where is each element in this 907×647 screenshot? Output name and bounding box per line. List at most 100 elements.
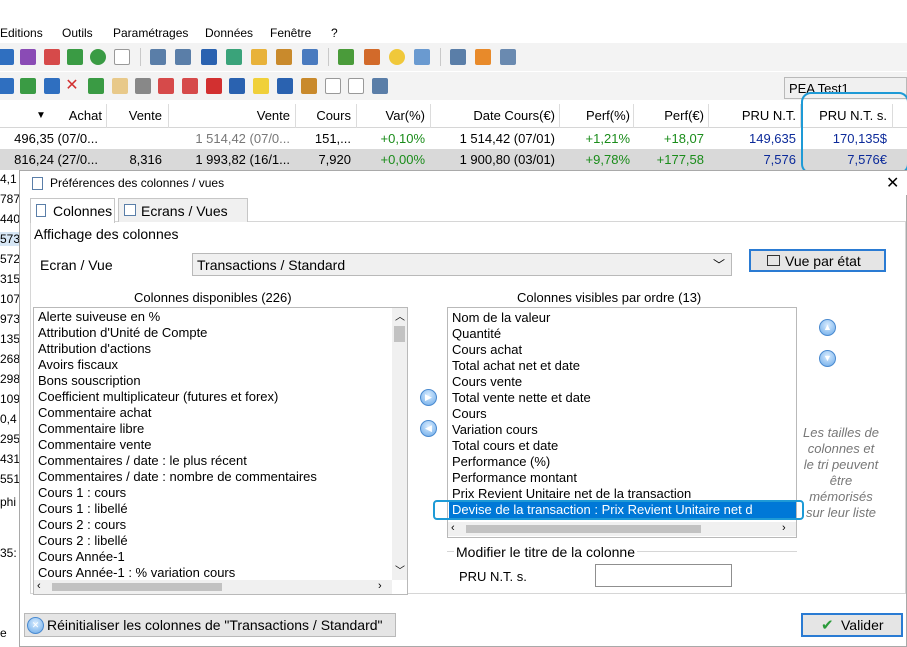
tools-icon[interactable] bbox=[276, 49, 292, 65]
device-icon[interactable] bbox=[500, 49, 516, 65]
list-item[interactable]: Commentaires / date : nombre de commenta… bbox=[38, 469, 317, 484]
report-icon[interactable] bbox=[44, 49, 60, 65]
col-header-pru[interactable]: PRU N.T. bbox=[712, 108, 796, 123]
paste-icon[interactable] bbox=[348, 78, 364, 94]
user-icon[interactable] bbox=[364, 49, 380, 65]
flag-icon[interactable] bbox=[338, 49, 354, 65]
copy-icon[interactable] bbox=[325, 78, 341, 94]
print-preview-icon[interactable] bbox=[175, 49, 191, 65]
list-item[interactable]: Prix Revient Unitaire net de la transact… bbox=[452, 486, 691, 501]
rss-icon[interactable] bbox=[475, 49, 491, 65]
print-icon[interactable] bbox=[150, 49, 166, 65]
tab-colonnes[interactable]: Colonnes bbox=[30, 198, 115, 223]
menu-outils[interactable]: Outils bbox=[62, 26, 93, 40]
list-item[interactable]: Cours bbox=[452, 406, 487, 421]
ecran-select[interactable]: Transactions / Standard ﹀ bbox=[192, 253, 732, 276]
list-item[interactable]: Cours Année-1 : % variation cours bbox=[38, 565, 235, 580]
list-item[interactable]: Alerte suiveuse en % bbox=[38, 309, 160, 324]
note-icon[interactable] bbox=[182, 78, 198, 94]
list-icon[interactable] bbox=[450, 49, 466, 65]
col-header-perf-pct[interactable]: Perf(%) bbox=[562, 108, 630, 123]
col-header-vente[interactable]: Vente bbox=[110, 108, 162, 123]
list-item[interactable]: Commentaires / date : le plus récent bbox=[38, 453, 247, 468]
list-item[interactable]: Total vente nette et date bbox=[452, 390, 591, 405]
mail-icon[interactable] bbox=[414, 49, 430, 65]
table-row[interactable]: 496,35 (07/0... 1 514,42 (07/0... 151,..… bbox=[0, 128, 907, 149]
scroll-right-icon[interactable]: › bbox=[782, 522, 786, 534]
list-item[interactable]: Performance (%) bbox=[452, 454, 550, 469]
valider-button[interactable]: ✔ Valider bbox=[801, 613, 903, 637]
scale-icon[interactable] bbox=[302, 49, 318, 65]
list-item[interactable]: Commentaire achat bbox=[38, 405, 151, 420]
col-header-cours[interactable]: Cours bbox=[298, 108, 351, 123]
scroll-thumb[interactable] bbox=[394, 326, 405, 342]
add-column-button[interactable]: ▶ bbox=[420, 389, 437, 406]
scroll-up-icon[interactable]: ︿ bbox=[395, 308, 405, 323]
list-item[interactable]: Cours 2 : cours bbox=[38, 517, 126, 532]
calculator-icon[interactable] bbox=[226, 49, 242, 65]
list-item[interactable]: Avoirs fiscaux bbox=[38, 357, 118, 372]
list-item[interactable]: Bons souscription bbox=[38, 373, 141, 388]
table-row[interactable]: 816,24 (27/0... 8,316 1 993,82 (16/1... … bbox=[0, 149, 907, 170]
list-item[interactable]: Total achat net et date bbox=[452, 358, 580, 373]
menu-donnees[interactable]: Données bbox=[205, 26, 253, 40]
list-item[interactable]: Cours Année-1 bbox=[38, 549, 125, 564]
col-header-achat[interactable]: Achat bbox=[60, 108, 102, 123]
bell-icon[interactable] bbox=[389, 49, 405, 65]
database-icon[interactable] bbox=[253, 78, 269, 94]
list-item[interactable]: Quantité bbox=[452, 326, 501, 341]
clipboard-icon[interactable] bbox=[112, 78, 128, 94]
reset-columns-button[interactable]: ✕ Réinitialiser les colonnes de "Transac… bbox=[24, 613, 396, 637]
table-view-icon[interactable] bbox=[44, 78, 60, 94]
grid-icon[interactable] bbox=[0, 78, 14, 94]
sort-down-icon[interactable]: ▼ bbox=[36, 110, 46, 121]
list-item[interactable]: Cours achat bbox=[452, 342, 522, 357]
list-item[interactable]: Commentaire vente bbox=[38, 437, 151, 452]
list-item[interactable]: Cours 1 : cours bbox=[38, 485, 126, 500]
delete-icon[interactable]: ✕ bbox=[64, 78, 80, 94]
scroll-down-icon[interactable]: ﹀ bbox=[395, 562, 405, 577]
col-header-perf-eur[interactable]: Perf(€) bbox=[636, 108, 704, 123]
calendar-icon[interactable] bbox=[158, 78, 174, 94]
list-item[interactable]: Variation cours bbox=[452, 422, 538, 437]
export-icon[interactable] bbox=[372, 78, 388, 94]
download-red-icon[interactable] bbox=[206, 78, 222, 94]
scroll-left-icon[interactable]: ‹ bbox=[37, 580, 41, 592]
col-header-vente-total[interactable]: Vente bbox=[172, 108, 290, 123]
scroll-thumb[interactable] bbox=[52, 583, 222, 591]
available-columns-list[interactable]: Alerte suiveuse en % Attribution d'Unité… bbox=[33, 307, 408, 595]
list-item[interactable]: Nom de la valeur bbox=[452, 310, 550, 325]
list-item[interactable]: Attribution d'Unité de Compte bbox=[38, 325, 207, 340]
available-hscroll[interactable]: ‹ › bbox=[34, 580, 392, 594]
edit-icon[interactable] bbox=[88, 78, 104, 94]
scroll-thumb[interactable] bbox=[466, 525, 701, 533]
attach-icon[interactable] bbox=[135, 78, 151, 94]
globe-icon[interactable] bbox=[90, 49, 106, 65]
table-icon[interactable] bbox=[67, 49, 83, 65]
save-icon[interactable] bbox=[201, 49, 217, 65]
list-item[interactable]: Total cours et date bbox=[452, 438, 558, 453]
visible-hscroll[interactable]: ‹ › bbox=[448, 522, 796, 536]
available-vscroll[interactable]: ︿ ﹀ bbox=[392, 308, 407, 580]
menu-parametrages[interactable]: Paramétrages bbox=[113, 26, 188, 40]
list-item[interactable]: Cours 1 : libellé bbox=[38, 501, 128, 516]
download-blue-icon[interactable] bbox=[229, 78, 245, 94]
scroll-left-icon[interactable]: ‹ bbox=[451, 522, 455, 534]
chart-icon[interactable] bbox=[0, 49, 14, 65]
tab-ecrans-vues[interactable]: Ecrans / Vues bbox=[118, 198, 248, 222]
menu-fenetre[interactable]: Fenêtre bbox=[270, 26, 311, 40]
remove-column-button[interactable]: ◀ bbox=[420, 420, 437, 437]
folder-icon[interactable] bbox=[251, 49, 267, 65]
move-up-button[interactable]: ▲ bbox=[819, 319, 836, 336]
vue-par-etat-button[interactable]: Vue par état bbox=[749, 249, 886, 272]
list-item[interactable]: Performance montant bbox=[452, 470, 577, 485]
close-icon[interactable]: ✕ bbox=[886, 173, 899, 193]
list-item[interactable]: Cours 2 : libellé bbox=[38, 533, 128, 548]
list-item[interactable]: Commentaire libre bbox=[38, 421, 144, 436]
menu-editions[interactable]: Editions bbox=[0, 26, 43, 40]
line-chart-icon[interactable] bbox=[20, 78, 36, 94]
col-header-var[interactable]: Var(%) bbox=[360, 108, 425, 123]
import-icon[interactable] bbox=[301, 78, 317, 94]
column-title-input[interactable] bbox=[595, 564, 732, 587]
graph-icon[interactable] bbox=[20, 49, 36, 65]
